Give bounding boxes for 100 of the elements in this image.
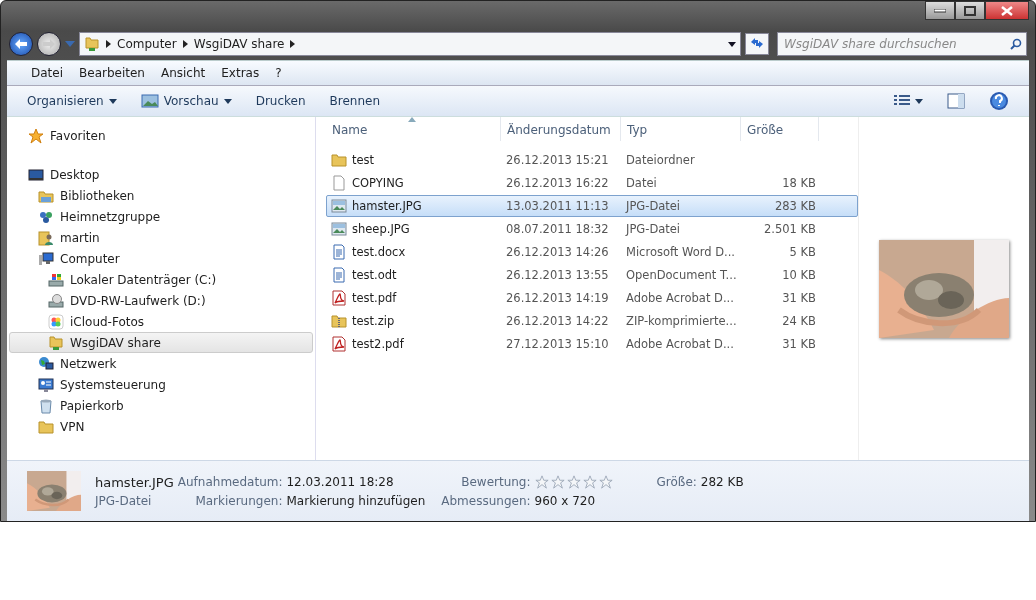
tree-item[interactable]: VPN — [9, 416, 313, 437]
toolbar-button[interactable]: Vorschau — [132, 90, 240, 112]
star-icon — [534, 475, 549, 489]
photos-icon — [48, 313, 64, 330]
table-cell-text: 13.03.2011 11:13 — [505, 199, 610, 213]
table-cell-text: 08.07.2011 18:32 — [505, 222, 610, 236]
column-header[interactable]: Typ — [621, 117, 741, 141]
file-row[interactable]: test.docx 26.12.2013 14:26 Microsoft Word D... 5 KB — [326, 241, 858, 263]
toolbar-button[interactable]: Drucken — [247, 90, 314, 112]
maximize-icon — [964, 5, 976, 16]
forward-button[interactable] — [37, 32, 61, 56]
pdf-icon — [331, 290, 347, 306]
file-row[interactable]: test 26.12.2013 15:21 Dateiordner — [326, 149, 858, 171]
menu-item[interactable]: Bearbeiten — [73, 66, 151, 80]
refresh-button[interactable] — [745, 33, 769, 55]
tree-item[interactable]: Heimnetzgruppe — [9, 206, 313, 227]
star-icon — [582, 475, 597, 489]
menu-item[interactable]: Datei — [25, 66, 69, 80]
table-cell-text: 27.12.2013 15:10 — [505, 337, 610, 351]
chevron-icon — [106, 40, 111, 48]
field-value[interactable]: Markierung hinzufügen — [286, 493, 426, 508]
tree-item[interactable]: Computer — [9, 248, 313, 269]
close-button[interactable] — [985, 1, 1029, 20]
field-label: Bewertung: — [460, 475, 531, 489]
control-icon — [38, 376, 54, 393]
back-arrow-icon — [14, 38, 28, 50]
chevron-icon — [182, 40, 188, 48]
menu-item[interactable]: Extras — [215, 66, 266, 80]
caret-icon — [223, 98, 232, 104]
image-icon — [331, 221, 347, 237]
star-icon — [598, 475, 613, 489]
file-name: test.docx — [352, 245, 406, 259]
details-view-icon — [894, 95, 910, 107]
file-type: JPG-Datei — [95, 493, 153, 508]
tree-item[interactable]: martin — [9, 227, 313, 248]
field-value: 960 x 720 — [534, 493, 597, 508]
toolbar-button[interactable]: Organisieren — [19, 90, 125, 112]
tree-item[interactable]: Netzwerk — [9, 353, 313, 374]
forward-arrow-icon — [42, 38, 56, 50]
file-row[interactable]: test2.pdf 27.12.2013 15:10 Adobe Acrobat D... 31 KB — [326, 333, 858, 355]
breadcrumb[interactable]: WsgiDAV share — [193, 37, 285, 51]
tree-item[interactable]: Favoriten — [9, 125, 313, 146]
field-label: Größe: — [656, 475, 697, 489]
column-header[interactable]: Größe — [741, 117, 819, 141]
file-row[interactable]: COPYING 26.12.2013 16:22 Datei 18 KB — [326, 172, 858, 194]
table-cell-text: 18 KB — [781, 176, 817, 190]
table-cell-text: 26.12.2013 13:55 — [505, 268, 610, 282]
table-cell-text: 31 KB — [781, 337, 817, 351]
tree-item[interactable]: Papierkorb — [9, 395, 313, 416]
pdf-icon — [331, 336, 347, 352]
tree-item[interactable]: Lokaler Datenträger (C:) — [9, 269, 313, 290]
rating-stars[interactable] — [534, 475, 613, 489]
search-field[interactable]: WsgiDAV share durchsuchen — [777, 32, 1027, 56]
file-row[interactable]: test.odt 26.12.2013 13:55 OpenDocument T... 10 KB — [326, 264, 858, 286]
table-cell-text: ZIP-komprimierte... — [625, 314, 738, 328]
tree-item[interactable]: Desktop — [9, 164, 313, 185]
file-row[interactable]: test.zip 26.12.2013 14:22 ZIP-komprimierte... 24 KB — [326, 310, 858, 332]
share-icon — [48, 334, 64, 351]
table-cell-text: Adobe Acrobat D... — [625, 291, 735, 305]
menu-item[interactable]: Ansicht — [154, 66, 212, 80]
table-cell-text: Microsoft Word D... — [625, 245, 737, 259]
table-cell-text: 10 KB — [781, 268, 817, 282]
breadcrumb[interactable]: Computer — [117, 37, 177, 51]
tree-item[interactable]: WsgiDAV share — [9, 332, 313, 353]
dropdown-icon[interactable] — [728, 41, 736, 47]
field-label: Markierungen: — [194, 493, 283, 508]
tree-item[interactable]: Systemsteuerung — [9, 374, 313, 395]
table-cell-text: JPG-Datei — [624, 199, 682, 213]
table-cell-text: 24 KB — [781, 314, 817, 328]
field-value: 282 KB — [700, 475, 744, 489]
desktop-icon — [28, 166, 44, 183]
document-icon — [331, 244, 347, 260]
computer-icon — [38, 250, 54, 267]
file-row[interactable]: hamster.JPG 13.03.2011 11:13 JPG-Datei 283 KB — [326, 195, 858, 217]
column-header[interactable]: Änderungsdatum — [501, 117, 621, 141]
tree-item[interactable]: Bibliotheken — [9, 185, 313, 206]
tree-item[interactable]: iCloud-Fotos — [9, 311, 313, 332]
toolbar-button[interactable]: Brennen — [321, 90, 389, 112]
share-folder-icon — [84, 36, 100, 52]
file-name: sheep.JPG — [352, 222, 410, 236]
star-icon — [550, 475, 565, 489]
back-button[interactable] — [9, 32, 33, 56]
table-cell-text: 26.12.2013 14:22 — [505, 314, 610, 328]
file-row[interactable]: sheep.JPG 08.07.2011 18:32 JPG-Datei 2.501 KB — [326, 218, 858, 240]
minimize-button[interactable] — [925, 1, 955, 20]
menu-item[interactable]: ? — [269, 66, 288, 80]
file-name: test.odt — [352, 268, 397, 282]
table-cell-text: 31 KB — [781, 291, 817, 305]
file-name: test.zip — [352, 314, 395, 328]
search-icon — [1010, 38, 1022, 50]
table-cell-text: OpenDocument T... — [625, 268, 738, 282]
address-bar[interactable]: Computer WsgiDAV share — [79, 32, 741, 56]
image-icon — [331, 198, 347, 214]
table-cell-text: 5 KB — [788, 245, 817, 259]
maximize-button[interactable] — [955, 1, 985, 20]
table-cell-text: JPG-Datei — [624, 222, 682, 236]
file-row[interactable]: test.pdf 26.12.2013 14:19 Adobe Acrobat D... 31 KB — [326, 287, 858, 309]
file-name: test — [352, 153, 375, 167]
dvd-icon — [48, 292, 64, 309]
tree-item[interactable]: DVD-RW-Laufwerk (D:) — [9, 290, 313, 311]
